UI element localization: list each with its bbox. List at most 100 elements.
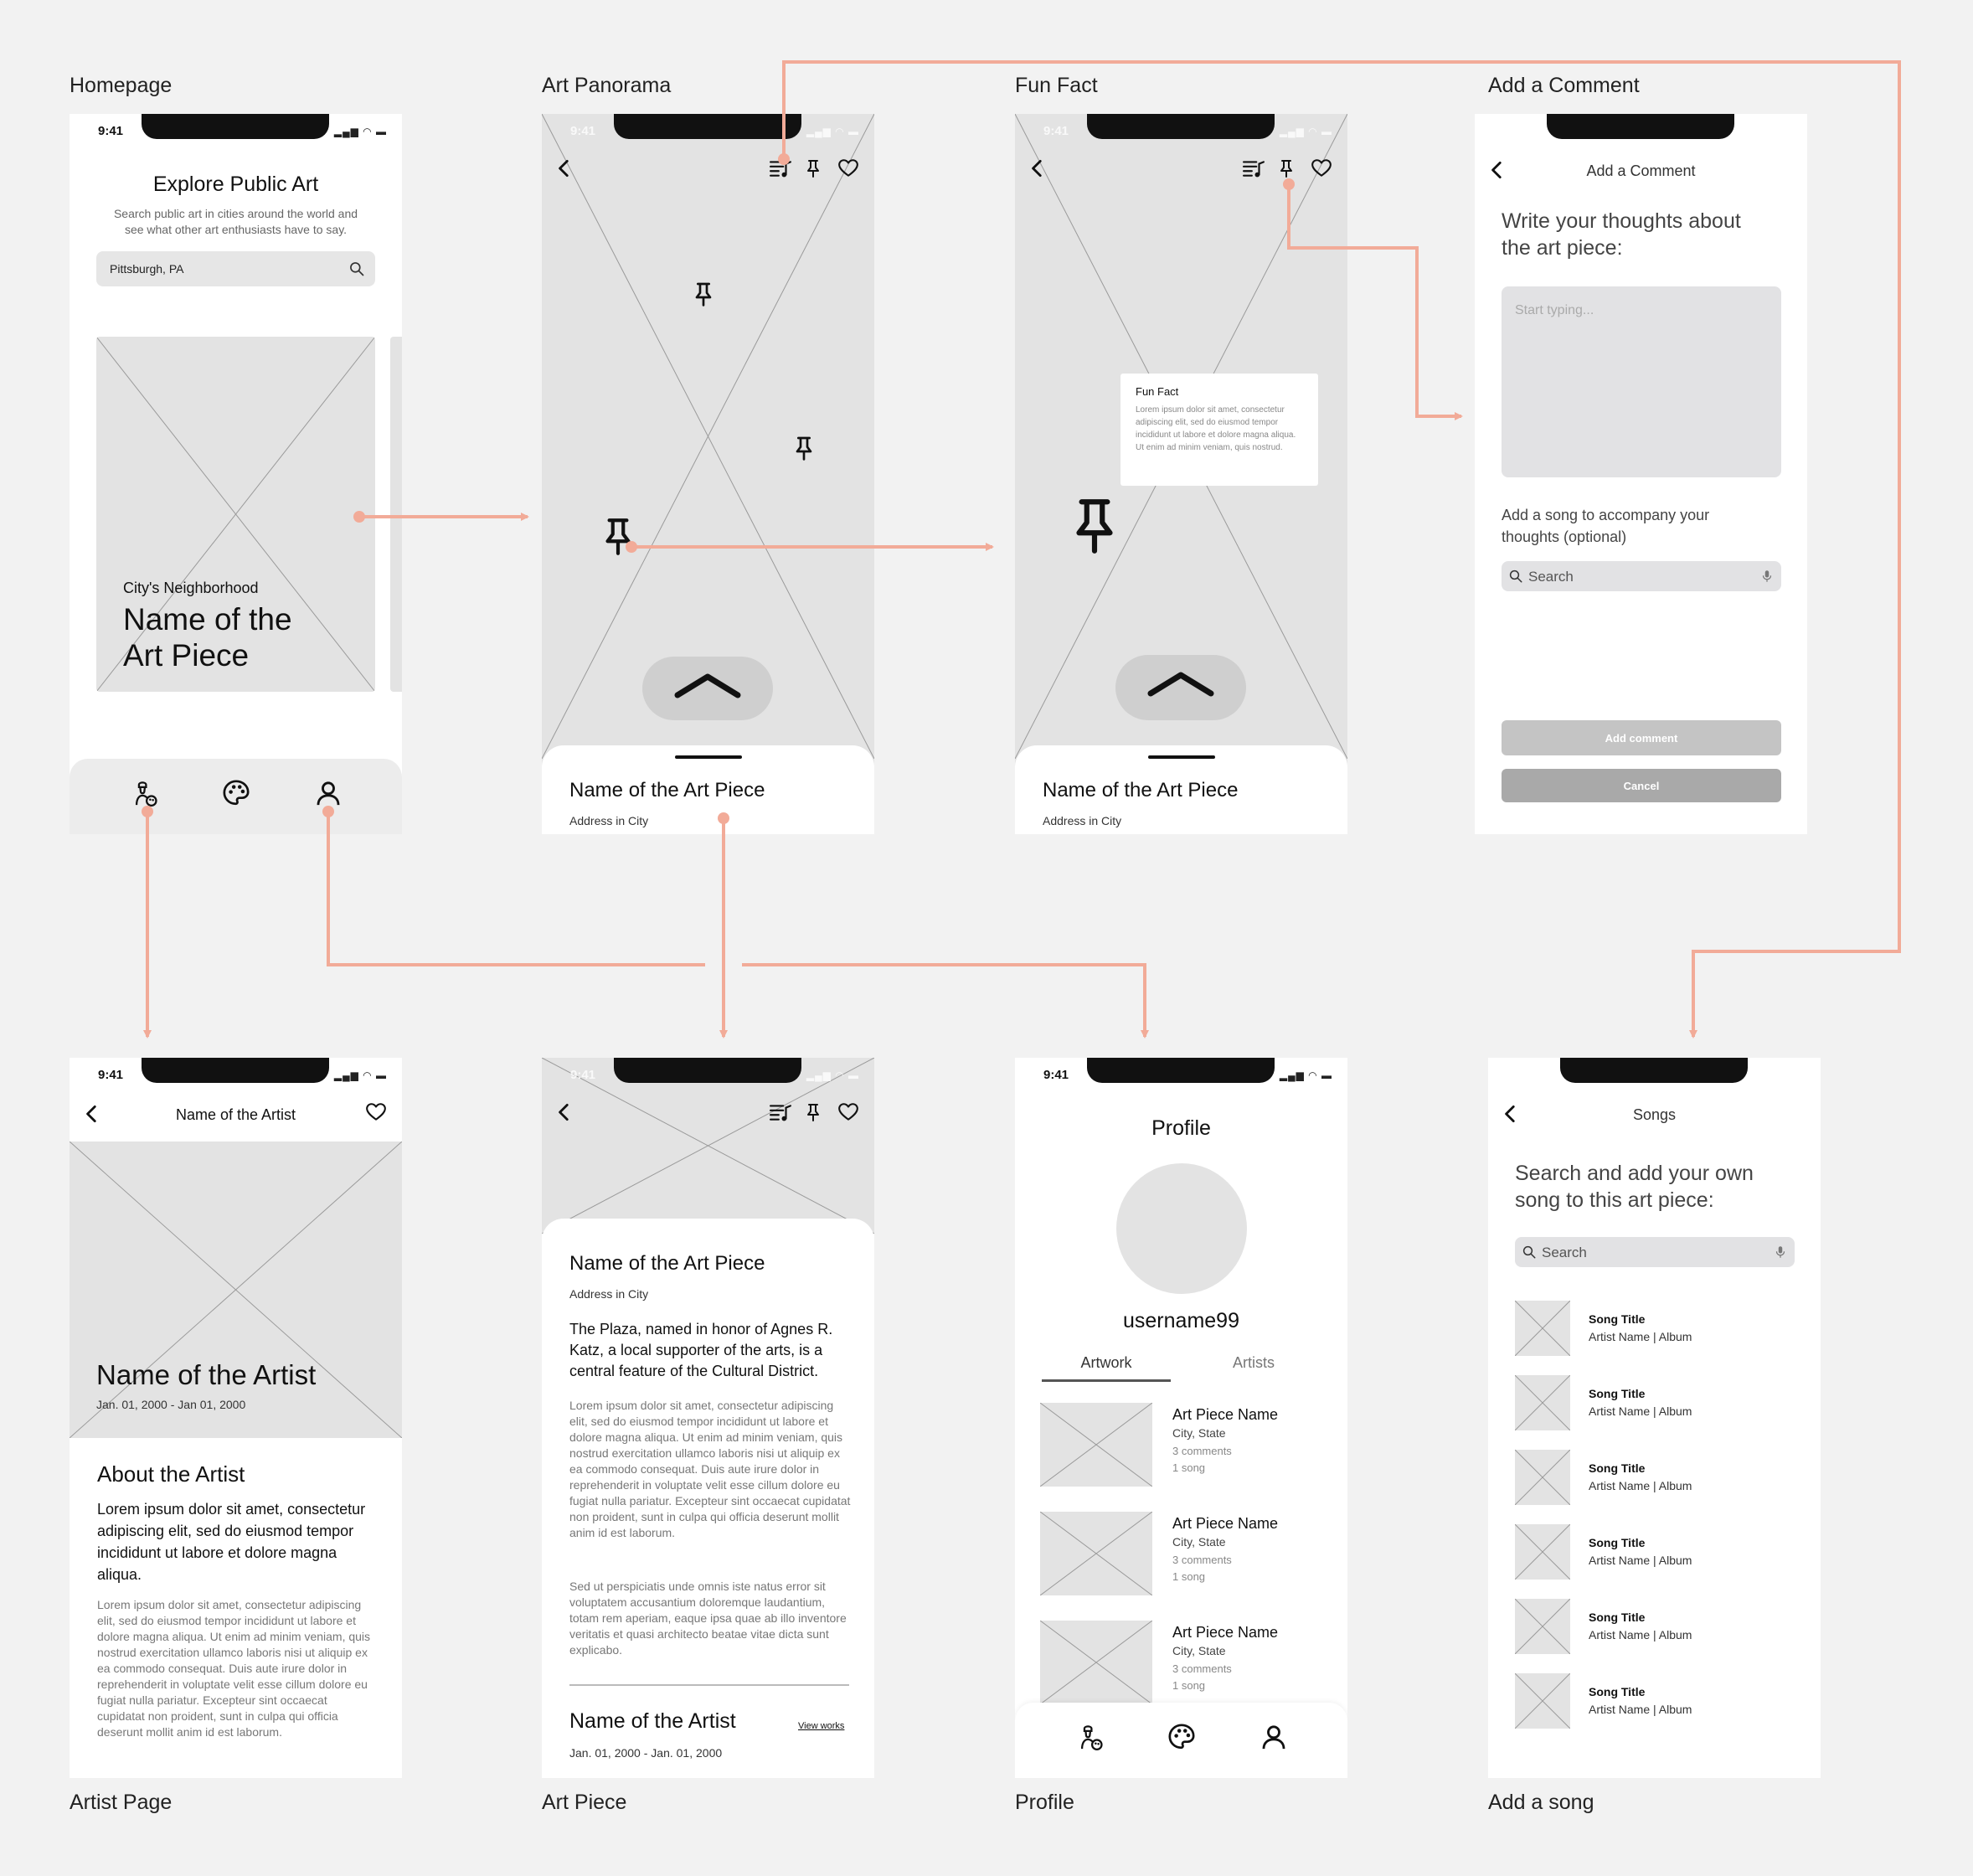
- artwork-comments: 3 comments: [1172, 1445, 1232, 1457]
- song-list-item[interactable]: Song Title Artist Name | Album: [1514, 1672, 1800, 1729]
- search-value: Pittsburgh, PA: [110, 262, 184, 276]
- map-pin-icon-selected[interactable]: [1064, 489, 1126, 561]
- comment-textarea[interactable]: Start typing...: [1502, 286, 1781, 477]
- playlist-music-icon[interactable]: [1241, 157, 1266, 179]
- artwork-thumbnail: [1040, 1512, 1152, 1595]
- artwork-songs: 1 song: [1172, 1679, 1206, 1692]
- notch: [142, 114, 329, 139]
- tab-artists[interactable]: Artists: [1189, 1354, 1318, 1372]
- expand-button[interactable]: [642, 657, 773, 720]
- detail-sheet: Name of the Art Piece Address in City Th…: [542, 1219, 874, 1778]
- song-search-input[interactable]: Search: [1502, 561, 1781, 591]
- avatar[interactable]: [1116, 1163, 1247, 1294]
- song-list-item[interactable]: Song Title Artist Name | Album: [1514, 1300, 1800, 1357]
- search-placeholder: Search: [1542, 1245, 1587, 1260]
- song-list-item[interactable]: Song Title Artist Name | Album: [1514, 1523, 1800, 1580]
- frame-label-art-piece: Art Piece: [542, 1791, 627, 1814]
- status-icons: ▂▄▆ ◠ ▬: [1279, 1069, 1332, 1081]
- pushpin-icon[interactable]: [803, 157, 823, 179]
- microphone-icon[interactable]: [1773, 1244, 1788, 1260]
- artist-hero: Name of the Artist Jan. 01, 2000 - Jan 0…: [70, 1142, 402, 1438]
- status-icons: ▂▄▆ ◠ ▬: [806, 126, 859, 137]
- palette-icon[interactable]: [1167, 1723, 1196, 1751]
- about-lead: Lorem ipsum dolor sit amet, consectetur …: [97, 1501, 366, 1583]
- expand-button[interactable]: [1115, 655, 1246, 720]
- status-icons: ▂▄▆ ◠ ▬: [333, 126, 387, 137]
- back-icon[interactable]: [554, 157, 575, 179]
- artist-name: Name of the Artist: [96, 1359, 317, 1390]
- map-pin-icon[interactable]: [791, 432, 817, 464]
- frame-label-artist-page: Artist Page: [70, 1791, 173, 1814]
- city-search-input[interactable]: Pittsburgh, PA: [96, 251, 375, 286]
- search-icon: [1522, 1245, 1537, 1260]
- heart-icon[interactable]: [837, 157, 860, 179]
- album-art-placeholder: [1514, 1598, 1571, 1655]
- song-list-item[interactable]: Song Title Artist Name | Album: [1514, 1598, 1800, 1655]
- palette-icon[interactable]: [222, 779, 250, 807]
- back-icon[interactable]: [554, 1101, 575, 1123]
- artwork-name: Art Piece Name: [1172, 1406, 1279, 1423]
- map-pin-icon-selected[interactable]: [597, 511, 639, 561]
- pushpin-icon[interactable]: [1276, 157, 1296, 179]
- flow-arrow: [327, 812, 705, 966]
- bottom-sheet[interactable]: Name of the Art Piece Address in City: [1015, 745, 1347, 834]
- piece-body-2: Sed ut perspiciatis unde omnis iste natu…: [569, 1580, 847, 1657]
- header-title: Songs: [1632, 1106, 1677, 1123]
- heart-icon[interactable]: [1310, 157, 1333, 179]
- playlist-music-icon[interactable]: [768, 157, 793, 179]
- song-prompt: Search and add your own song to this art…: [1515, 1162, 1754, 1212]
- album-art-placeholder: [1514, 1300, 1571, 1357]
- piece-name: Name of the Art Piece: [569, 779, 765, 801]
- person-icon[interactable]: [314, 779, 343, 807]
- about-heading: About the Artist: [97, 1461, 245, 1487]
- artwork-location: City, State: [1172, 1644, 1226, 1657]
- search-icon[interactable]: [348, 260, 365, 277]
- artist-page-screen: 9:41 ▂▄▆ ◠ ▬ Name of the Artist Name of …: [70, 1058, 402, 1778]
- add-comment-screen: Add a Comment Write your thoughts about …: [1475, 114, 1807, 834]
- chevron-up-icon: [673, 670, 742, 704]
- microphone-icon[interactable]: [1759, 568, 1775, 585]
- artwork-name: Art Piece Name: [1172, 1624, 1279, 1641]
- song-meta: Artist Name | Album: [1589, 1628, 1692, 1642]
- bottom-sheet[interactable]: Name of the Art Piece Address in City: [542, 745, 874, 834]
- drag-handle[interactable]: [675, 755, 742, 759]
- artwork-list-item[interactable]: Art Piece Name City, State 3 comments 1 …: [1040, 1512, 1325, 1595]
- fun-fact-heading: Fun Fact: [1136, 385, 1179, 398]
- header-title: Name of the Artist: [175, 1106, 296, 1123]
- tab-artwork[interactable]: Artwork: [1042, 1354, 1171, 1372]
- piece-name: Name of the Art Piece: [1043, 779, 1239, 801]
- person-icon[interactable]: [1260, 1723, 1288, 1751]
- song-meta: Artist Name | Album: [1589, 1479, 1692, 1492]
- playlist-music-icon[interactable]: [768, 1101, 793, 1123]
- card-kicker: City's Neighborhood: [123, 580, 259, 596]
- pushpin-icon[interactable]: [803, 1101, 823, 1123]
- status-icons: ▂▄▆ ◠ ▬: [806, 1069, 859, 1081]
- comment-prompt: Write your thoughts about the art piece:: [1502, 209, 1741, 260]
- heart-icon[interactable]: [364, 1101, 388, 1123]
- drag-handle[interactable]: [1148, 755, 1215, 759]
- artist-icon[interactable]: [1076, 1723, 1105, 1751]
- artist-icon[interactable]: [131, 779, 159, 807]
- song-search-input[interactable]: Search: [1515, 1237, 1795, 1267]
- artwork-songs: 1 song: [1172, 1461, 1206, 1474]
- view-works-link[interactable]: View works: [798, 1721, 844, 1731]
- artwork-thumbnail: [1040, 1621, 1152, 1704]
- art-card[interactable]: City's Neighborhood Name of the Art Piec…: [96, 337, 375, 692]
- song-title: Song Title: [1589, 1536, 1646, 1549]
- heart-icon[interactable]: [837, 1101, 860, 1123]
- song-list-item[interactable]: Song Title Artist Name | Album: [1514, 1374, 1800, 1431]
- artwork-name: Art Piece Name: [1172, 1515, 1279, 1532]
- next-card-peek[interactable]: [390, 337, 402, 692]
- song-title: Song Title: [1589, 1685, 1646, 1698]
- cancel-button[interactable]: Cancel: [1502, 769, 1781, 802]
- frame-label-add-song: Add a song: [1488, 1791, 1594, 1814]
- song-list-item[interactable]: Song Title Artist Name | Album: [1514, 1449, 1800, 1506]
- back-icon[interactable]: [1027, 157, 1048, 179]
- status-time: 9:41: [98, 124, 124, 138]
- artwork-list-item[interactable]: Art Piece Name City, State 3 comments 1 …: [1040, 1621, 1325, 1704]
- map-pin-icon[interactable]: [690, 278, 717, 310]
- add-comment-button[interactable]: Add comment: [1502, 720, 1781, 755]
- notch: [1560, 1058, 1748, 1083]
- artwork-list-item[interactable]: Art Piece Name City, State 3 comments 1 …: [1040, 1403, 1325, 1487]
- frame-label-art-panorama: Art Panorama: [542, 74, 672, 97]
